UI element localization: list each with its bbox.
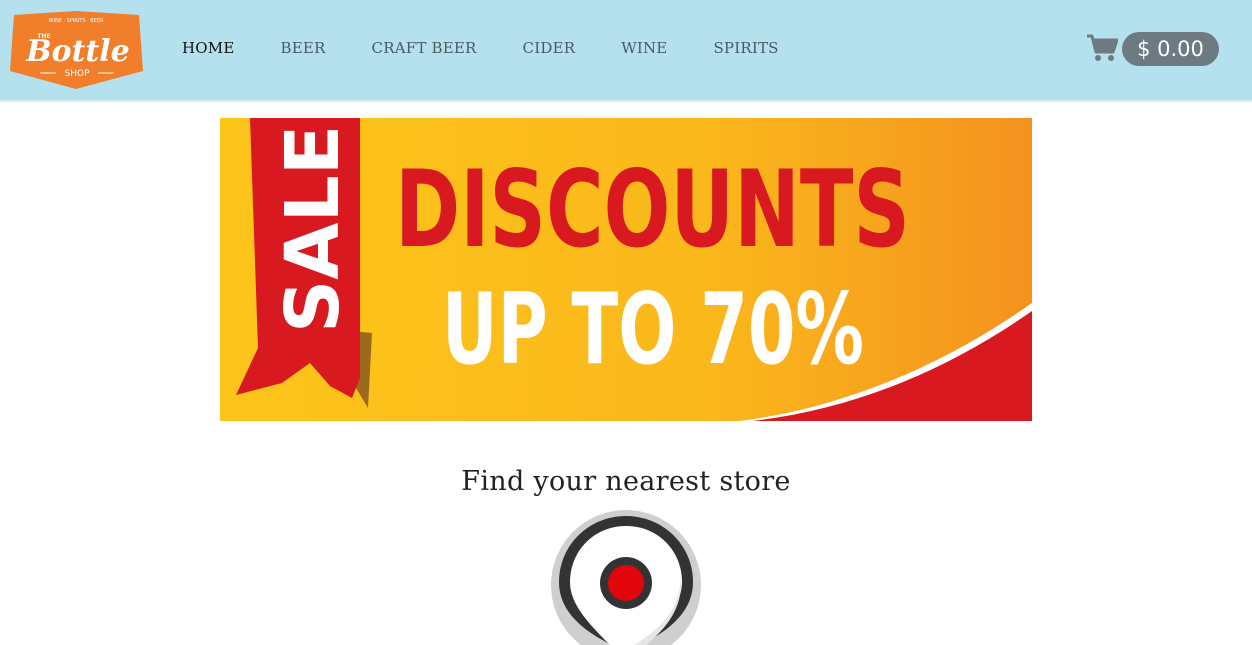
site-header: WINE · SPIRITS · BEER THE Bottle SHOP HO… xyxy=(0,0,1252,102)
store-locator-heading: Find your nearest store xyxy=(461,466,791,497)
svg-text:Bottle: Bottle xyxy=(25,34,130,69)
site-logo[interactable]: WINE · SPIRITS · BEER THE Bottle SHOP xyxy=(10,9,143,89)
nav-craft-beer[interactable]: CRAFT BEER xyxy=(372,38,477,58)
nav-home[interactable]: HOME xyxy=(182,38,235,58)
banner-headline: DISCOUNTS xyxy=(395,148,910,271)
svg-text:SHOP: SHOP xyxy=(65,69,91,79)
nav-cider[interactable]: CIDER xyxy=(523,38,576,58)
sale-banner[interactable]: SALE DISCOUNTS UP TO 70% xyxy=(220,118,1032,421)
cart-total[interactable]: $ 0.00 xyxy=(1122,32,1219,66)
nav-beer[interactable]: BEER xyxy=(281,38,326,58)
nav-wine[interactable]: WINE xyxy=(621,38,667,58)
shopping-cart-icon[interactable] xyxy=(1086,33,1119,63)
banner-subline: UP TO 70% xyxy=(442,273,864,387)
main-nav: HOME BEER CRAFT BEER CIDER WINE SPIRITS xyxy=(182,38,779,58)
map-pin-icon[interactable] xyxy=(550,509,702,645)
banner-ribbon-text: SALE xyxy=(270,125,356,333)
nav-spirits[interactable]: SPIRITS xyxy=(713,38,778,58)
svg-text:WINE · SPIRITS · BEER: WINE · SPIRITS · BEER xyxy=(49,18,104,24)
